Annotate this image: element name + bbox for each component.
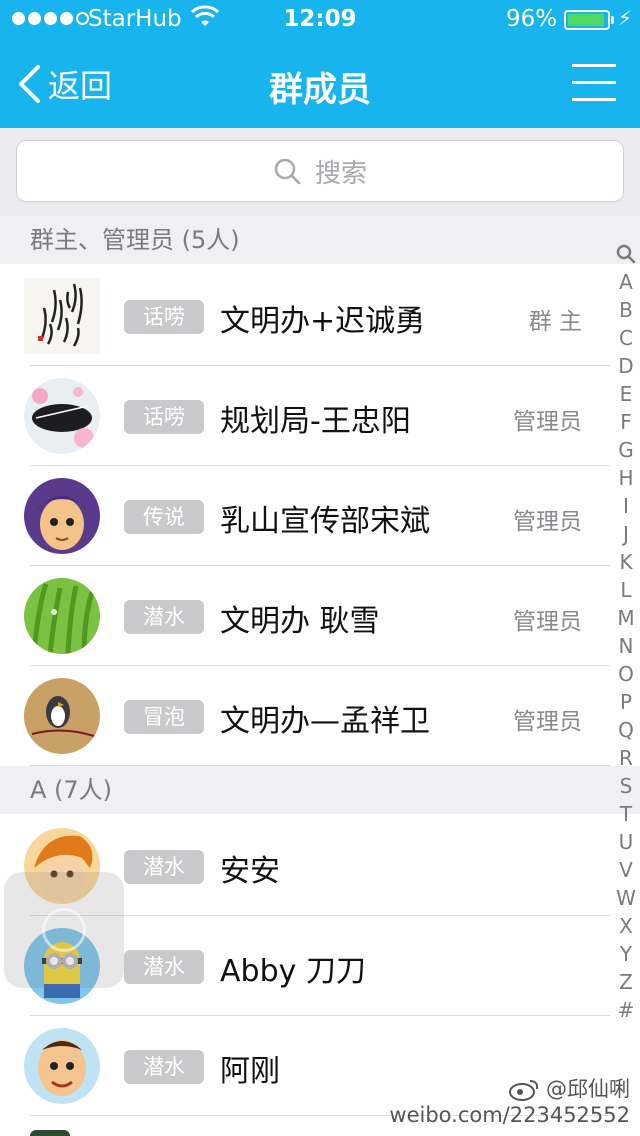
section-header-a: A (7人) bbox=[0, 766, 640, 814]
member-level-badge: 潜水 bbox=[124, 1050, 204, 1084]
weibo-watermark: @邱仙唎 weibo.com/223452552 bbox=[389, 1076, 630, 1128]
member-name: 阿刚 bbox=[220, 1054, 280, 1089]
index-letter-u[interactable]: U bbox=[612, 828, 640, 856]
index-letter-f[interactable]: F bbox=[612, 408, 640, 436]
member-name: 文明办—孟祥卫 bbox=[220, 704, 430, 739]
index-letter-p[interactable]: P bbox=[612, 688, 640, 716]
index-letter-m[interactable]: M bbox=[612, 604, 640, 632]
weibo-url: weibo.com/223452552 bbox=[389, 1103, 630, 1127]
index-letter-j[interactable]: J bbox=[612, 520, 640, 548]
member-name: Abby 刀刀 bbox=[220, 954, 366, 989]
battery-percent: 96% bbox=[506, 6, 558, 32]
member-row[interactable]: 传说 乳山宣传部宋斌 管理员 bbox=[0, 466, 610, 566]
member-name: 安安 bbox=[220, 854, 280, 889]
index-letter-g[interactable]: G bbox=[612, 436, 640, 464]
index-letter-d[interactable]: D bbox=[612, 352, 640, 380]
member-role: 群 主 bbox=[528, 309, 582, 335]
index-letter-z[interactable]: Z bbox=[612, 968, 640, 996]
battery-fill bbox=[568, 14, 605, 26]
top-bar: StarHub 12:09 96% ⚡ 返回 群成员 bbox=[0, 0, 640, 128]
avatar-green-grass bbox=[24, 578, 100, 654]
battery-icon bbox=[564, 10, 610, 30]
avatar-penguin-figure bbox=[24, 678, 100, 754]
index-letter-b[interactable]: B bbox=[612, 296, 640, 324]
index-letter-x[interactable]: X bbox=[612, 912, 640, 940]
alphabet-index[interactable]: A B C D E F G H I J K L M N O P Q R S T U V W X Y Z # bbox=[612, 240, 640, 1024]
member-role: 管理员 bbox=[513, 609, 582, 635]
index-letter-l[interactable]: L bbox=[612, 576, 640, 604]
member-row[interactable]: 冒泡 文明办—孟祥卫 管理员 bbox=[0, 666, 610, 766]
charging-icon: ⚡ bbox=[618, 6, 633, 30]
member-level-badge: 潜水 bbox=[124, 950, 204, 984]
member-level-badge: 冒泡 bbox=[124, 700, 204, 734]
index-letter-w[interactable]: W bbox=[612, 884, 640, 912]
menu-line bbox=[572, 81, 616, 84]
member-name: 文明办+迟诚勇 bbox=[220, 304, 426, 339]
avatar-calligraphy bbox=[24, 278, 100, 354]
assistive-touch-button[interactable] bbox=[4, 872, 124, 988]
member-role: 管理员 bbox=[513, 409, 582, 435]
search-placeholder: 搜索 bbox=[314, 158, 367, 189]
index-letter-o[interactable]: O bbox=[612, 660, 640, 688]
member-name: 规划局-王忠阳 bbox=[220, 404, 411, 439]
index-letter-r[interactable]: R bbox=[612, 744, 640, 772]
member-name: 文明办 耿雪 bbox=[220, 604, 380, 639]
index-letter-i[interactable]: I bbox=[612, 492, 640, 520]
member-name: 乳山宣传部宋斌 bbox=[220, 504, 430, 539]
index-letter-hash[interactable]: # bbox=[612, 996, 640, 1024]
member-role: 管理员 bbox=[513, 509, 582, 535]
index-letter-a[interactable]: A bbox=[612, 268, 640, 296]
index-search-icon[interactable] bbox=[612, 240, 640, 268]
index-letter-k[interactable]: K bbox=[612, 548, 640, 576]
next-avatar-peek bbox=[30, 1130, 70, 1136]
index-letter-e[interactable]: E bbox=[612, 380, 640, 408]
member-row[interactable]: 话唠 文明办+迟诚勇 群 主 bbox=[0, 266, 610, 366]
member-level-badge: 话唠 bbox=[124, 300, 204, 334]
member-level-badge: 潜水 bbox=[124, 850, 204, 884]
weibo-handle: @邱仙唎 bbox=[546, 1077, 630, 1101]
member-row[interactable]: 潜水 文明办 耿雪 管理员 bbox=[0, 566, 610, 666]
page-title: 群成员 bbox=[269, 70, 371, 110]
member-row[interactable]: 话唠 规划局-王忠阳 管理员 bbox=[0, 366, 610, 466]
section-header-admins: 群主、管理员 (5人) bbox=[0, 216, 640, 264]
index-letter-v[interactable]: V bbox=[612, 856, 640, 884]
status-bar: StarHub 12:09 96% ⚡ bbox=[0, 0, 640, 40]
index-letter-n[interactable]: N bbox=[612, 632, 640, 660]
avatar-fan-flowers bbox=[24, 378, 100, 454]
index-letter-h[interactable]: H bbox=[612, 464, 640, 492]
menu-line bbox=[572, 98, 616, 101]
search-area: 搜索 bbox=[0, 128, 640, 216]
menu-line bbox=[572, 64, 616, 67]
member-level-badge: 潜水 bbox=[124, 600, 204, 634]
index-letter-t[interactable]: T bbox=[612, 800, 640, 828]
index-letter-s[interactable]: S bbox=[612, 772, 640, 800]
index-letter-y[interactable]: Y bbox=[612, 940, 640, 968]
avatar-cartoon-bald-boy bbox=[24, 1028, 100, 1104]
index-letter-c[interactable]: C bbox=[612, 324, 640, 352]
menu-button[interactable] bbox=[572, 64, 616, 104]
search-icon bbox=[274, 158, 301, 185]
assistive-touch-ring bbox=[42, 908, 86, 952]
member-level-badge: 传说 bbox=[124, 500, 204, 534]
avatar-cartoon-boy-purple bbox=[24, 478, 100, 554]
member-role: 管理员 bbox=[513, 709, 582, 735]
battery-nub bbox=[611, 16, 614, 24]
member-level-badge: 话唠 bbox=[124, 400, 204, 434]
index-letter-q[interactable]: Q bbox=[612, 716, 640, 744]
weibo-logo-icon bbox=[509, 1080, 539, 1101]
search-input[interactable]: 搜索 bbox=[16, 140, 624, 202]
